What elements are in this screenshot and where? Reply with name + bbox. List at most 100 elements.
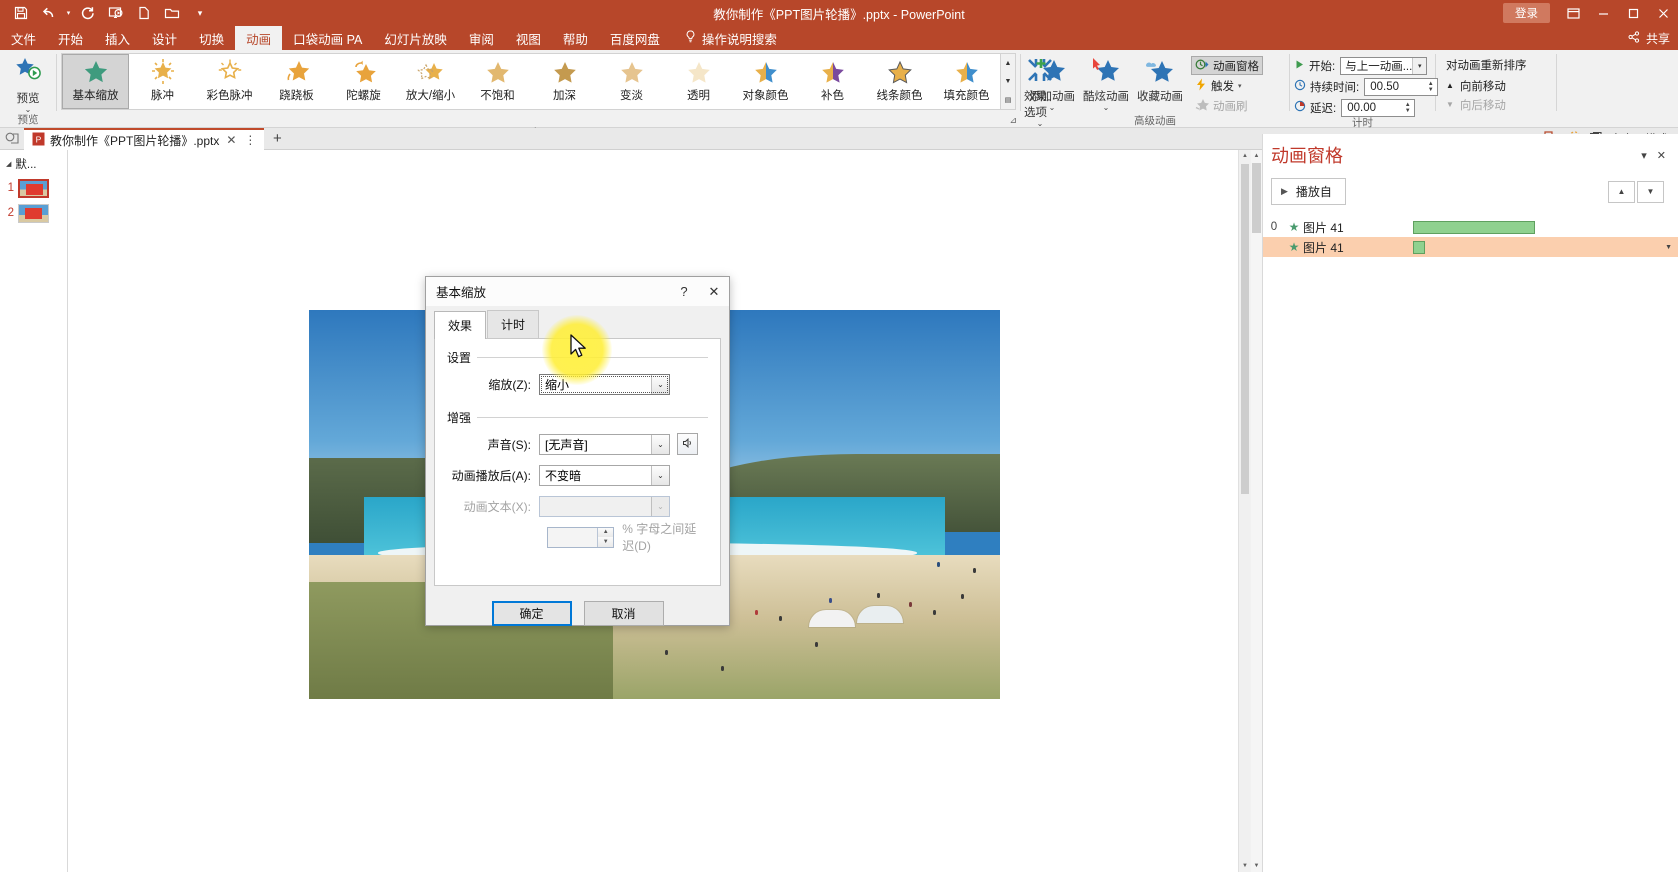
scroll-up-icon[interactable]: ▲ <box>1239 150 1251 162</box>
animation-color-pulse[interactable]: 彩色脉冲 <box>196 54 263 109</box>
new-file-icon[interactable] <box>131 2 157 24</box>
dialog-tab-timing[interactable]: 计时 <box>487 310 539 338</box>
animation-transparency[interactable]: 透明 <box>665 54 732 109</box>
add-animation-button[interactable]: 添加动画 ⌄ <box>1025 53 1079 111</box>
animation-grow-shrink[interactable]: 放大/缩小 <box>397 54 464 109</box>
gallery-more-icon[interactable]: ▤ <box>1002 91 1015 108</box>
open-folder-icon[interactable] <box>159 2 185 24</box>
section-header[interactable]: ◢ 默... <box>0 150 67 176</box>
animation-object-color[interactable]: 对象颜色 <box>732 54 799 109</box>
tab-baidu-netdisk[interactable]: 百度网盘 <box>599 26 671 50</box>
tab-pocket-animation[interactable]: 口袋动画 PA <box>282 26 373 50</box>
animation-list-item[interactable]: ★ 图片 41 ▼ <box>1263 237 1678 257</box>
tab-home[interactable]: 开始 <box>47 26 94 50</box>
animation-lighten[interactable]: 变淡 <box>598 54 665 109</box>
pane-move-up-button[interactable]: ▲ <box>1608 181 1635 203</box>
scroll-down-icon[interactable]: ▼ <box>1251 860 1262 872</box>
close-button[interactable] <box>1648 0 1678 26</box>
customize-quick-access-icon[interactable]: ▾ <box>187 2 213 24</box>
gallery-scroll-down-icon[interactable]: ▼ <box>1002 73 1015 90</box>
chevron-down-icon[interactable]: ⌄ <box>1103 104 1110 111</box>
new-tab-button[interactable]: + <box>264 128 290 149</box>
tab-help[interactable]: 帮助 <box>552 26 599 50</box>
animation-teeter[interactable]: 跷跷板 <box>263 54 330 109</box>
animation-fill-color[interactable]: 填充颜色 <box>933 54 1000 109</box>
ribbon-display-options-icon[interactable] <box>1558 0 1588 26</box>
pane-vertical-scrollbar[interactable]: ▲ ▼ <box>1251 150 1262 872</box>
document-tab-active[interactable]: P 教你制作《PPT图片轮播》.pptx ✕ ⋮ <box>24 128 264 150</box>
pane-move-down-button[interactable]: ▼ <box>1637 181 1664 203</box>
chevron-down-icon[interactable]: ⌄ <box>651 435 669 454</box>
animation-dialog-launcher[interactable]: ⊿ <box>1009 115 1017 126</box>
chevron-down-icon[interactable]: ▼ <box>1665 244 1672 251</box>
scroll-down-icon[interactable]: ▼ <box>1239 860 1251 872</box>
preview-button[interactable]: 预览 ⌄ <box>4 53 52 113</box>
restore-button[interactable] <box>1618 0 1648 26</box>
canvas-vertical-scrollbar[interactable]: ▲ ▼ <box>1238 150 1250 872</box>
tab-review[interactable]: 审阅 <box>458 26 505 50</box>
animation-desaturate[interactable]: 不饱和 <box>464 54 531 109</box>
animation-line-color[interactable]: 线条颜色 <box>866 54 933 109</box>
redo-icon[interactable] <box>75 2 101 24</box>
chevron-down-icon[interactable]: ▾ <box>1412 58 1426 74</box>
animation-complementary-color[interactable]: 补色 <box>799 54 866 109</box>
tab-design[interactable]: 设计 <box>141 26 188 50</box>
undo-dropdown-icon[interactable]: ▾ <box>64 2 73 24</box>
sound-combo[interactable]: [无声音] ⌄ <box>539 434 670 455</box>
dialog-tab-effect[interactable]: 效果 <box>434 311 486 339</box>
collapse-triangle-icon[interactable]: ◢ <box>6 160 11 168</box>
scrollbar-thumb[interactable] <box>1252 163 1261 233</box>
tab-file[interactable]: 文件 <box>0 26 47 50</box>
animation-timeline-bar[interactable] <box>1413 241 1425 254</box>
chevron-down-icon[interactable]: ▾ <box>1238 82 1242 90</box>
zoom-combo[interactable]: 缩小 ⌄ <box>539 374 670 395</box>
tab-slideshow[interactable]: 幻灯片放映 <box>373 26 458 50</box>
animation-list-item[interactable]: 0 ★ 图片 41 <box>1263 217 1678 237</box>
tab-animations[interactable]: 动画 <box>235 26 282 50</box>
dialog-close-icon[interactable]: ✕ <box>699 277 729 306</box>
undo-icon[interactable] <box>36 2 62 24</box>
minimize-button[interactable] <box>1588 0 1618 26</box>
ok-button[interactable]: 确定 <box>492 601 572 626</box>
after-animation-combo[interactable]: 不变暗 ⌄ <box>539 465 670 486</box>
more-options-icon[interactable]: ⋮ <box>243 133 257 147</box>
chevron-down-icon[interactable]: ⌄ <box>651 375 669 394</box>
pane-options-icon[interactable]: ▾ <box>1641 149 1647 162</box>
scrollbar-thumb[interactable] <box>1241 164 1249 494</box>
sign-in-button[interactable]: 登录 <box>1503 3 1550 23</box>
tell-me-search[interactable]: 操作说明搜索 <box>671 26 788 50</box>
animation-basic-zoom[interactable]: 基本缩放 <box>62 54 129 109</box>
share-button[interactable]: 共享 <box>1628 26 1670 50</box>
chevron-down-icon[interactable]: ⌄ <box>25 106 32 113</box>
animation-spin[interactable]: 陀螺旋 <box>330 54 397 109</box>
delay-spinner[interactable]: 00.00 ▲▼ <box>1341 99 1415 117</box>
chevron-down-icon[interactable]: ⌄ <box>651 466 669 485</box>
chevron-down-icon[interactable]: ⌄ <box>1049 104 1056 111</box>
animation-pulse[interactable]: 脉冲 <box>129 54 196 109</box>
animation-darken[interactable]: 加深 <box>531 54 598 109</box>
move-earlier-button[interactable]: ▲ 向前移动 <box>1440 76 1533 95</box>
play-from-button[interactable]: ▶ 播放自 <box>1271 178 1346 205</box>
spinner-arrows[interactable]: ▲▼ <box>1401 100 1414 116</box>
start-slideshow-icon[interactable] <box>103 2 129 24</box>
start-combo[interactable]: 与上一动画... ▾ <box>1340 57 1427 75</box>
gallery-scroll-buttons[interactable]: ▲ ▼ ▤ <box>1001 53 1016 110</box>
favorite-animation-button[interactable]: 收藏动画 <box>1133 53 1187 104</box>
close-icon[interactable]: ✕ <box>224 133 238 147</box>
duration-spinner[interactable]: 00.50 ▲▼ <box>1364 78 1438 96</box>
slide-thumbnail-2[interactable]: 2 <box>0 201 67 226</box>
gallery-scroll-up-icon[interactable]: ▲ <box>1002 55 1015 72</box>
animation-timeline-bar[interactable] <box>1413 221 1535 234</box>
save-icon[interactable] <box>8 2 34 24</box>
tab-view[interactable]: 视图 <box>505 26 552 50</box>
slide-thumbnail-1[interactable]: 1 <box>0 176 67 201</box>
tab-transitions[interactable]: 切换 <box>188 26 235 50</box>
cancel-button[interactable]: 取消 <box>584 601 664 626</box>
tab-insert[interactable]: 插入 <box>94 26 141 50</box>
animation-pane-button[interactable]: 动画窗格 <box>1191 56 1263 75</box>
pane-close-icon[interactable]: ✕ <box>1657 149 1666 162</box>
help-icon[interactable]: ? <box>669 277 699 306</box>
sound-volume-button[interactable] <box>677 433 698 455</box>
cool-animation-button[interactable]: 酷炫动画 ⌄ <box>1079 53 1133 111</box>
scroll-up-icon[interactable]: ▲ <box>1251 150 1262 162</box>
